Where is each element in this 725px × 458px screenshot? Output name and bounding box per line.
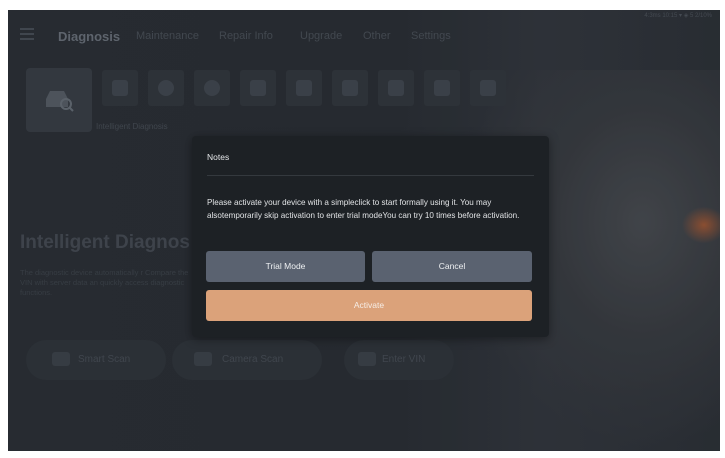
dialog-title: Notes — [207, 152, 230, 162]
activate-button[interactable]: Activate — [206, 290, 532, 321]
activation-dialog: Notes Please activate your device with a… — [192, 136, 549, 337]
trial-mode-button[interactable]: Trial Mode — [206, 251, 365, 282]
dialog-message: Please activate your device with a simpl… — [207, 198, 520, 220]
cancel-button[interactable]: Cancel — [372, 251, 532, 282]
dialog-divider — [207, 175, 534, 176]
